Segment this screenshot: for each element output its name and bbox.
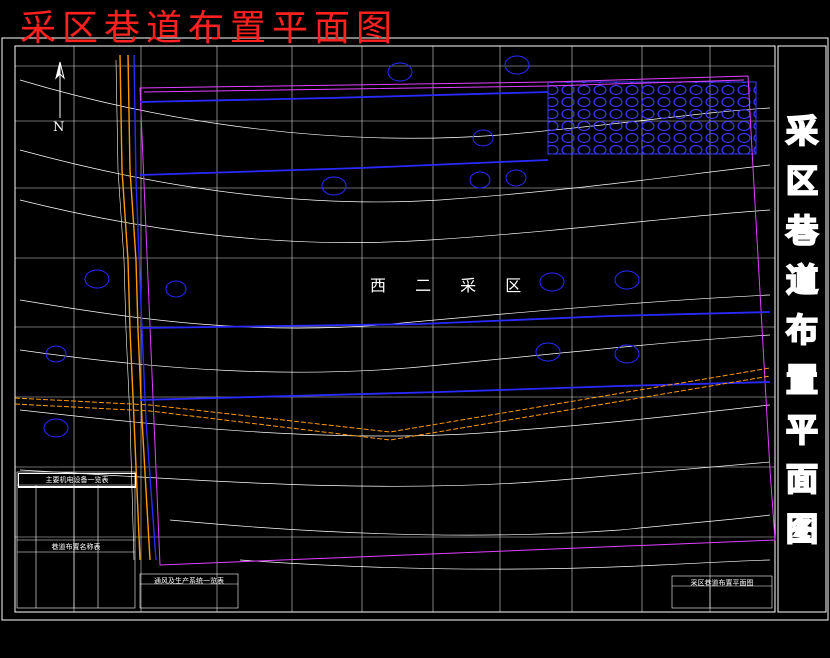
side-title-char: 巷 [785, 211, 819, 251]
contour-line [239, 559, 771, 570]
callout-marker [469, 171, 491, 189]
callout-marker [43, 418, 69, 438]
roadway [139, 311, 771, 329]
contour-line [19, 149, 771, 203]
callout-marker [505, 169, 527, 187]
side-title-char: 采 [785, 111, 819, 151]
side-title-char: 置 [785, 360, 819, 400]
table-lines [16, 471, 773, 609]
callout-marker [614, 270, 640, 290]
drawing-title: 采区巷道布置平面图 [20, 8, 399, 49]
contour-line [169, 514, 771, 536]
title-block-title: 采区巷道布置平面图 [690, 579, 754, 587]
goaf-area [547, 81, 757, 155]
title-block: 采区巷道布置平面图 [673, 577, 771, 589]
side-title-char: 平 [785, 410, 819, 450]
ventilation-table-title: 通风及生产系统一览表 [154, 577, 224, 585]
equipment-table-title: 主要机电设备一览表 [19, 474, 135, 487]
callout-marker [614, 344, 640, 364]
roadway [139, 159, 549, 176]
callout-marker [321, 176, 347, 196]
equipment-table: 主要机电设备一览表 [18, 473, 136, 488]
side-title-char: 道 [785, 260, 819, 300]
callout-marker [539, 272, 565, 292]
callout-marker [535, 342, 561, 362]
callout-marker [84, 269, 110, 289]
callout-marker [472, 129, 494, 147]
roadway [139, 91, 549, 103]
mining-area-label: 西 二 采 区 [370, 276, 534, 295]
callout-marker [504, 55, 530, 75]
ventilation-table: 通风及生产系统一览表 [141, 575, 237, 587]
side-title-char: 图 [785, 509, 819, 549]
contour-line [19, 294, 771, 329]
side-title: 采区巷道布置平面图 [784, 110, 820, 550]
north-arrow [55, 61, 65, 118]
side-title-char: 面 [785, 459, 819, 499]
drawing-canvas: 采区巷道布置平面图 采区巷道布置平面图 西 二 采 区 N 主要机电设备一览表 … [0, 0, 830, 654]
callout-marker [165, 280, 187, 298]
side-title-char: 布 [785, 310, 819, 350]
roadway-table-title: 巷道布置名称表 [51, 543, 101, 551]
roadway-name-table: 巷道布置名称表 [18, 541, 134, 553]
side-title-char: 区 [785, 161, 819, 201]
mine-plan-svg [1, 37, 829, 621]
north-label: N [53, 120, 65, 135]
contour-line [19, 334, 771, 373]
